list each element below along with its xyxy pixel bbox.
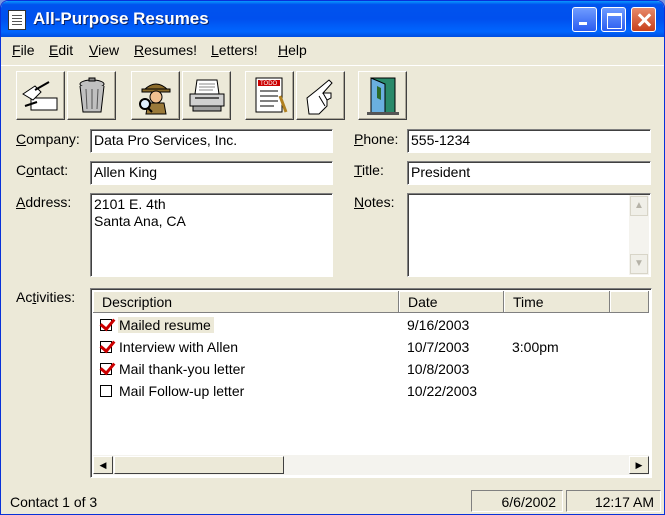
activity-date: 10/8/2003 <box>407 361 470 377</box>
status-bar: Contact 1 of 3 6/6/2002 12:17 AM <box>1 488 664 514</box>
toolbar: TODO <box>1 65 664 121</box>
notes-label: Notes: <box>354 194 395 210</box>
activity-date: 9/16/2003 <box>407 317 470 333</box>
title-bar[interactable]: All-Purpose Resumes <box>1 1 664 37</box>
activity-date: 10/7/2003 <box>407 339 470 355</box>
minimize-button[interactable] <box>572 7 597 32</box>
printer-icon <box>189 79 225 112</box>
activities-list[interactable]: Description Date Time Mailed resume 9/16… <box>90 288 652 478</box>
app-icon[interactable] <box>8 10 26 30</box>
title-label: Title: <box>354 162 384 178</box>
scroll-up-arrow-icon[interactable]: ▲ <box>630 196 648 216</box>
activity-row[interactable]: Mail Follow-up letter 10/22/2003 <box>93 380 649 402</box>
trash-icon <box>79 77 105 113</box>
app-window: All-Purpose Resumes File Edit View Resum… <box>0 0 665 515</box>
maximize-button[interactable] <box>601 7 626 32</box>
hscroll-thumb[interactable] <box>114 456 284 474</box>
status-date: 6/6/2002 <box>471 490 563 512</box>
scroll-left-arrow-icon[interactable]: ◀ <box>93 456 113 474</box>
notes-scrollbar[interactable]: ▲ ▼ <box>629 195 649 275</box>
company-label: Company: <box>16 131 80 147</box>
activity-checkbox[interactable] <box>100 363 112 375</box>
new-record-button[interactable] <box>16 71 65 120</box>
pointer-button[interactable] <box>296 71 345 120</box>
activity-time: 3:00pm <box>512 339 559 355</box>
column-header-time[interactable]: Time <box>504 291 610 313</box>
activity-row[interactable]: Mailed resume 9/16/2003 <box>93 314 649 336</box>
activities-label: Activities: <box>16 289 76 305</box>
column-header-description[interactable]: Description <box>93 291 399 313</box>
activity-row[interactable]: Interview with Allen 10/7/2003 3:00pm <box>93 336 649 358</box>
menu-bar: File Edit View Resumes! Letters! Help <box>1 39 664 61</box>
activity-description: Mailed resume <box>118 317 214 333</box>
new-record-icon <box>22 81 58 111</box>
window-title: All-Purpose Resumes <box>33 9 209 28</box>
activity-checkbox[interactable] <box>100 341 112 353</box>
activity-description: Interview with Allen <box>119 339 239 355</box>
address-label: Address: <box>16 194 72 210</box>
phone-field[interactable]: 555-1234 <box>407 129 651 153</box>
notes-field[interactable]: ▲ ▼ <box>407 193 651 277</box>
column-header-date[interactable]: Date <box>399 291 504 313</box>
svg-text:TODO: TODO <box>260 81 278 87</box>
phone-label: Phone: <box>354 131 399 147</box>
delete-button[interactable] <box>67 71 116 120</box>
menu-resumes[interactable]: Resumes! <box>134 42 197 58</box>
activity-description: Mail thank-you letter <box>119 361 246 377</box>
exit-door-icon <box>367 77 399 115</box>
company-field[interactable]: Data Pro Services, Inc. <box>90 129 333 153</box>
scroll-down-arrow-icon[interactable]: ▼ <box>630 254 648 274</box>
menu-file[interactable]: File <box>12 42 35 58</box>
pointing-hand-icon <box>306 79 333 115</box>
activities-hscrollbar[interactable]: ◀ ▶ <box>93 455 649 475</box>
title-field[interactable]: President <box>407 161 651 185</box>
menu-view[interactable]: View <box>89 42 119 58</box>
column-header-blank <box>610 291 649 313</box>
status-record-count: Contact 1 of 3 <box>10 494 98 510</box>
menu-edit[interactable]: Edit <box>49 42 73 58</box>
contact-label: Contact: <box>16 162 69 178</box>
exit-button[interactable] <box>358 71 407 120</box>
menu-help[interactable]: Help <box>278 42 307 58</box>
status-time: 12:17 AM <box>566 490 661 512</box>
activity-row[interactable]: Mail thank-you letter 10/8/2003 <box>93 358 649 380</box>
todo-list-icon: TODO <box>255 77 288 113</box>
print-button[interactable] <box>182 71 231 120</box>
address-field[interactable]: 2101 E. 4th Santa Ana, CA <box>90 193 333 277</box>
contact-field[interactable]: Allen King <box>90 161 333 185</box>
menu-letters[interactable]: Letters! <box>211 42 258 58</box>
scroll-right-arrow-icon[interactable]: ▶ <box>629 456 649 474</box>
activity-checkbox[interactable] <box>100 319 112 331</box>
detective-icon <box>139 83 171 115</box>
search-button[interactable] <box>131 71 180 120</box>
activity-description: Mail Follow-up letter <box>119 383 245 399</box>
activity-date: 10/22/2003 <box>407 383 478 399</box>
todo-button[interactable]: TODO <box>245 71 294 120</box>
close-button[interactable] <box>631 7 656 32</box>
activity-checkbox[interactable] <box>100 385 112 397</box>
